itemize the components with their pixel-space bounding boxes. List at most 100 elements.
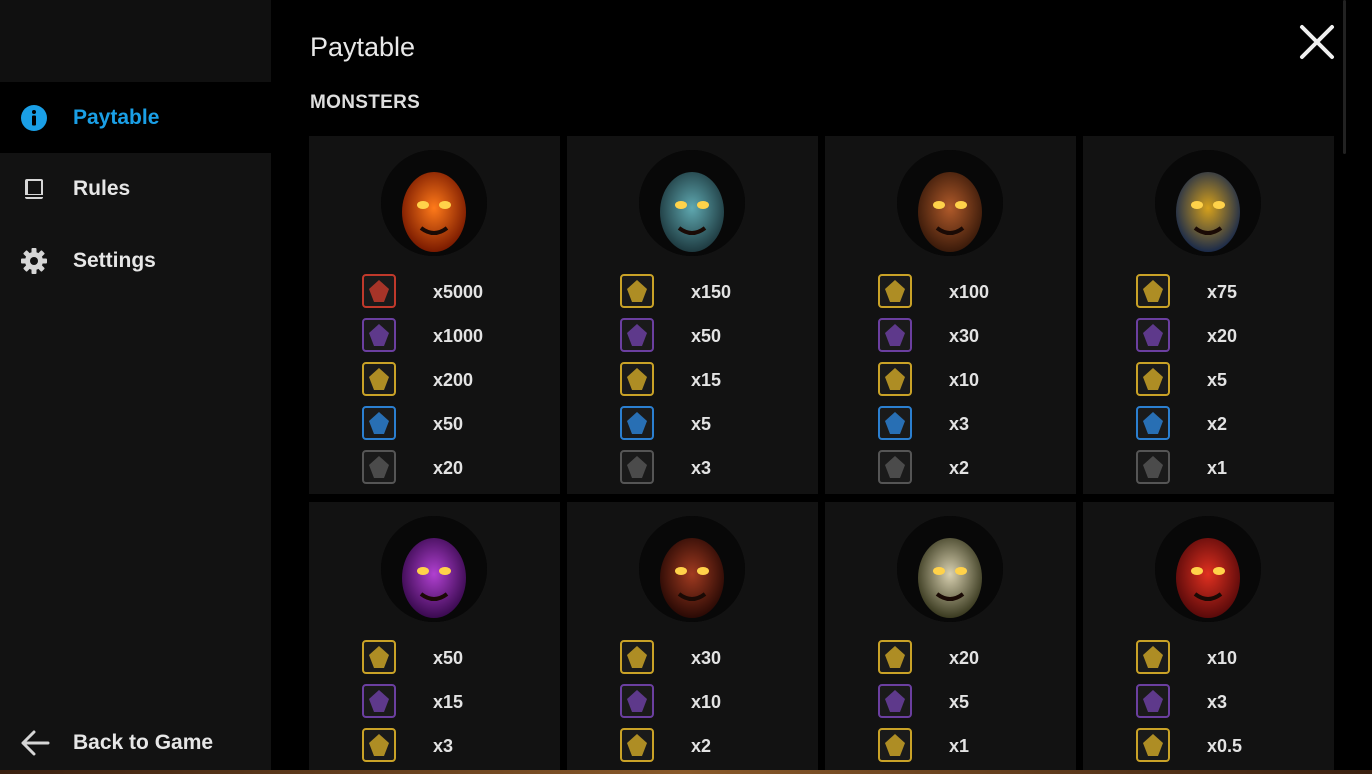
payout-value: x3 <box>433 736 454 756</box>
barrel-icon <box>620 728 654 762</box>
payout-value: x2 <box>691 736 712 756</box>
paytable-row: x1000 <box>360 318 550 354</box>
treasure-chest-icon <box>1136 362 1170 396</box>
payout-value: x0.5 <box>1207 736 1243 756</box>
sidebar-header <box>0 0 271 82</box>
claw-icon <box>362 450 396 484</box>
gold-bars-icon <box>1136 274 1170 308</box>
horned-helmet-icon <box>362 318 396 352</box>
paytable-row: x1 <box>876 728 1066 764</box>
spider-web-icon <box>878 362 912 396</box>
payout-value: x5 <box>691 414 712 434</box>
close-button[interactable] <box>1297 22 1337 62</box>
paytable-row: x0.5 <box>1134 728 1324 764</box>
bottom-border <box>0 770 1372 774</box>
close-icon <box>1300 25 1334 59</box>
arrow-left-icon <box>20 728 50 758</box>
monster-portrait-purple-imp <box>381 516 487 622</box>
paytable-row: x5 <box>876 684 1066 720</box>
gear-icon <box>20 247 48 275</box>
scrollbar[interactable] <box>1343 0 1346 154</box>
payout-value: x1 <box>949 736 970 756</box>
monster-portrait-skull-demon <box>639 516 745 622</box>
red-gem-icon <box>362 274 396 308</box>
info-icon <box>20 104 48 132</box>
payout-value: x15 <box>433 692 464 712</box>
blue-orbs-icon <box>362 728 396 762</box>
back-to-game-button[interactable]: Back to Game <box>0 712 271 774</box>
paytable-row: x200 <box>360 362 550 398</box>
paytable-row: x10 <box>1134 640 1324 676</box>
monster-card-goblin: x150 x50 x15 x5 x3 <box>567 136 818 494</box>
blue-fish-icon <box>1136 640 1170 674</box>
payout-value: x10 <box>949 370 980 390</box>
page-title: Paytable <box>310 32 416 62</box>
paytable-row: x2 <box>618 728 808 764</box>
payout-value: x50 <box>691 326 722 346</box>
green-beetle-icon <box>878 318 912 352</box>
monster-portrait-fire-demon <box>381 150 487 256</box>
sidebar-item-label: Rules <box>73 176 131 200</box>
fang-icon <box>878 450 912 484</box>
blue-crystal-icon <box>620 274 654 308</box>
payout-value: x3 <box>1207 692 1228 712</box>
payout-value: x3 <box>691 458 712 478</box>
gold-ring-icon <box>1136 728 1170 762</box>
payout-value: x20 <box>1207 326 1238 346</box>
paytable-row: x30 <box>876 318 1066 354</box>
scroll-icon <box>1136 406 1170 440</box>
paytable-row: x3 <box>618 450 808 486</box>
paytable-row: x5000 <box>360 274 550 310</box>
purple-gem-icon <box>362 640 396 674</box>
sidebar-item-rules[interactable]: Rules <box>0 153 271 224</box>
payout-value: x50 <box>433 648 464 668</box>
monster-card-giant-spider: x100 x30 x10 x3 x2 <box>825 136 1076 494</box>
blue-helmet-icon <box>620 318 654 352</box>
paytable-row: x10 <box>876 362 1066 398</box>
sidebar-item-settings[interactable]: Settings <box>0 225 271 296</box>
payout-value: x100 <box>949 282 990 302</box>
paytable-row: x5 <box>618 406 808 442</box>
paytable-row: x15 <box>360 684 550 720</box>
monster-card-purple-imp: x50 x15 x3 <box>309 502 560 774</box>
book-icon <box>20 175 48 203</box>
paytable-row: x20 <box>876 640 1066 676</box>
payout-value: x30 <box>691 648 722 668</box>
monster-portrait-skeleton <box>897 516 1003 622</box>
paytable-row: x10 <box>618 684 808 720</box>
monster-card-fire-demon: x5000 x1000 x200 x50 x20 <box>309 136 560 494</box>
paytable-row: x15 <box>618 362 808 398</box>
sidebar-item-label: Settings <box>73 248 156 272</box>
payout-value: x20 <box>949 648 980 668</box>
wing-icon <box>620 450 654 484</box>
paytable-row: x5 <box>1134 362 1324 398</box>
monster-card-red-devil: x10 x3 x0.5 <box>1083 502 1334 774</box>
paytable-row: x150 <box>618 274 808 310</box>
horn-icon <box>620 406 654 440</box>
green-potion-icon <box>878 406 912 440</box>
payout-value: x5 <box>1207 370 1228 390</box>
monster-card-skeleton: x20 x5 x1 <box>825 502 1076 774</box>
paytable-row: x50 <box>618 318 808 354</box>
sidebar-item-paytable[interactable]: Paytable <box>0 82 271 153</box>
paytable-row: x2 <box>876 450 1066 486</box>
sidebar: Paytable Rules Settings Back to Game <box>0 0 271 774</box>
payout-value: x15 <box>691 370 722 390</box>
paytable-panel: Paytable MONSTERS x5000 x1000 x200 x50 x20 x1… <box>271 0 1372 774</box>
paytable-row: x50 <box>360 406 550 442</box>
monster-portrait-red-devil <box>1155 516 1261 622</box>
monster-portrait-hooded-wizard <box>1155 150 1261 256</box>
payout-value: x2 <box>1207 414 1228 434</box>
payout-value: x75 <box>1207 282 1238 302</box>
paytable-row: x20 <box>1134 318 1324 354</box>
chain-necklace-icon <box>1136 684 1170 718</box>
orange-beetle-icon <box>620 684 654 718</box>
white-fish-icon <box>878 640 912 674</box>
paytable-row: x3 <box>360 728 550 764</box>
bat-icon <box>620 362 654 396</box>
back-label: Back to Game <box>73 731 214 754</box>
payout-value: x150 <box>691 282 732 302</box>
green-crystal-icon <box>878 274 912 308</box>
monster-card-skull-demon: x30 x10 x2 <box>567 502 818 774</box>
payout-value: x50 <box>433 414 464 434</box>
